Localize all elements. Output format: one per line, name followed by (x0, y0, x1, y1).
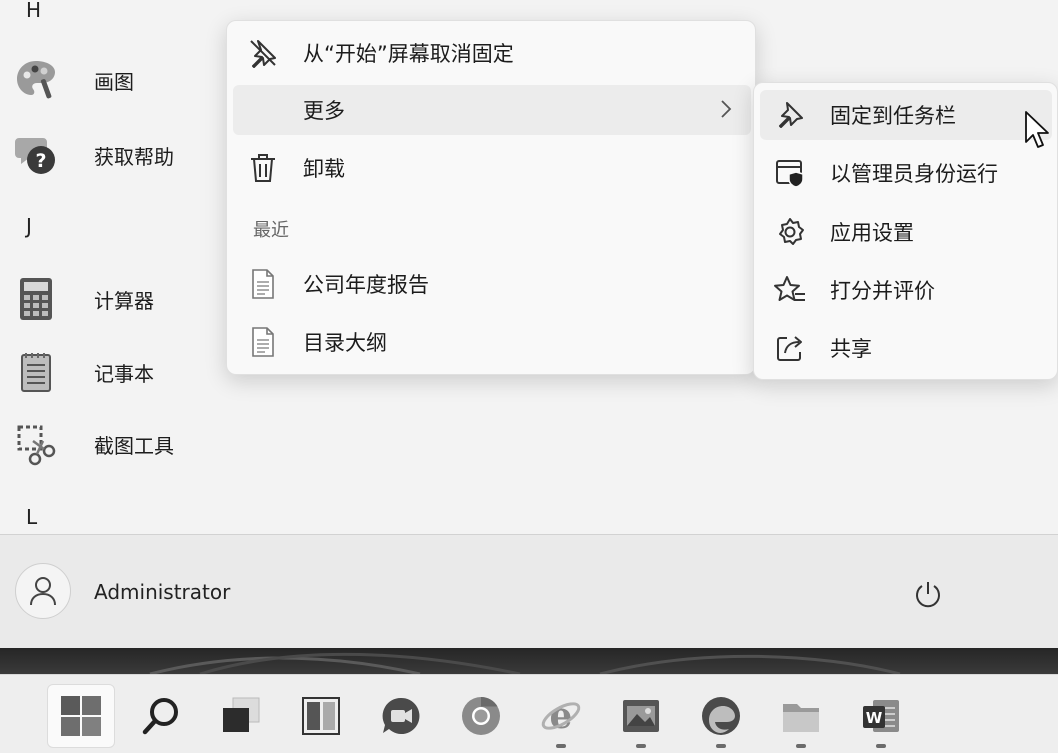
app-item-notepad[interactable]: 记事本 (12, 344, 212, 400)
app-label: 截图工具 (94, 433, 174, 458)
file-explorer-icon (783, 704, 819, 732)
app-label: 记事本 (94, 361, 154, 386)
menu-item-label: 卸载 (303, 157, 345, 181)
rate-star-icon (760, 265, 820, 315)
svg-text:?: ? (35, 150, 46, 172)
document-icon (233, 259, 293, 309)
group-letter-j[interactable]: J (26, 214, 32, 238)
menu-item-label: 打分并评价 (830, 279, 935, 303)
taskbar-widgets-button[interactable] (287, 684, 355, 748)
trash-icon (233, 143, 293, 193)
rate-and-review-item[interactable]: 打分并评价 (760, 265, 1052, 315)
share-icon (760, 323, 820, 373)
chrome-icon (462, 696, 500, 735)
taskbar-chat-button[interactable] (367, 684, 435, 748)
app-context-menu: 从“开始”屏幕取消固定 更多 卸载 最近 公司年度报告 目录大纲 (226, 20, 756, 375)
search-icon (142, 698, 178, 735)
gear-icon (760, 207, 820, 257)
running-indicator (796, 744, 806, 748)
taskbar-search-button[interactable] (127, 684, 195, 748)
taskbar-chrome-button[interactable] (447, 684, 515, 748)
unpin-from-start-item[interactable]: 从“开始”屏幕取消固定 (233, 28, 751, 78)
app-settings-item[interactable]: 应用设置 (760, 207, 1052, 257)
notepad-icon (12, 348, 60, 396)
svg-text:W: W (866, 709, 883, 727)
widgets-icon (302, 697, 340, 735)
app-item-paint[interactable]: 画图 (12, 52, 212, 108)
chevron-right-icon (719, 97, 733, 125)
taskbar-photos-button[interactable] (607, 684, 675, 748)
user-bar: Administrator (0, 534, 1058, 648)
power-icon (916, 582, 940, 608)
app-label: 计算器 (94, 288, 154, 313)
menu-item-label: 以管理员身份运行 (830, 162, 998, 186)
taskbar: e W (0, 674, 1058, 753)
user-name[interactable]: Administrator (94, 580, 230, 604)
more-submenu-item[interactable]: 更多 (233, 85, 751, 135)
menu-item-label: 更多 (303, 99, 345, 123)
user-avatar[interactable] (15, 563, 71, 619)
recent-file-item[interactable]: 目录大纲 (233, 317, 751, 367)
running-indicator (716, 744, 726, 748)
app-item-calculator[interactable]: 计算器 (12, 271, 212, 327)
taskbar-ie-button[interactable]: e (527, 684, 595, 748)
menu-item-label: 从“开始”屏幕取消固定 (303, 42, 514, 66)
recent-file-item[interactable]: 公司年度报告 (233, 259, 751, 309)
menu-item-label: 固定到任务栏 (830, 104, 956, 128)
chat-icon (382, 697, 420, 734)
share-item[interactable]: 共享 (760, 323, 1052, 373)
internet-explorer-icon: e (541, 695, 581, 737)
calculator-icon (12, 275, 60, 323)
unpin-icon (233, 28, 293, 78)
taskbar-task-view-button[interactable] (207, 684, 275, 748)
svg-text:e: e (550, 695, 573, 737)
menu-item-label: 共享 (830, 337, 872, 361)
app-item-get-help[interactable]: ? 获取帮助 (12, 127, 212, 183)
get-help-icon: ? (12, 131, 60, 179)
app-label: 获取帮助 (94, 144, 174, 169)
more-submenu: 固定到任务栏 以管理员身份运行 应用设置 打分并评价 共享 (753, 82, 1058, 380)
taskbar-word-button[interactable]: W (847, 684, 915, 748)
taskbar-start-button[interactable] (47, 684, 115, 748)
taskbar-edge-button[interactable] (687, 684, 755, 748)
taskbar-file-explorer-button[interactable] (767, 684, 835, 748)
app-label: 画图 (94, 69, 134, 94)
power-button[interactable] (904, 573, 952, 615)
admin-shield-icon (760, 148, 820, 198)
running-indicator (556, 744, 566, 748)
recent-section-title: 最近 (253, 220, 289, 241)
app-item-snipping-tool[interactable]: 截图工具 (12, 416, 212, 472)
running-indicator (636, 744, 646, 748)
recent-file-label: 目录大纲 (303, 331, 387, 355)
word-icon: W (863, 700, 899, 732)
pin-to-taskbar-item[interactable]: 固定到任务栏 (760, 90, 1052, 140)
recent-file-label: 公司年度报告 (303, 273, 429, 297)
task-view-icon (223, 697, 260, 732)
document-icon (233, 317, 293, 367)
uninstall-item[interactable]: 卸载 (233, 143, 751, 193)
photos-icon (623, 700, 659, 732)
menu-item-label: 应用设置 (830, 221, 914, 245)
windows-start-icon (61, 696, 101, 736)
user-icon (30, 577, 56, 606)
group-letter-h[interactable]: H (26, 0, 41, 22)
snipping-tool-icon (12, 420, 60, 468)
group-letter-l[interactable]: L (26, 505, 37, 529)
run-as-admin-item[interactable]: 以管理员身份运行 (760, 148, 1052, 198)
edge-icon (702, 697, 740, 735)
mouse-cursor-icon (1025, 111, 1049, 148)
paint-palette-icon (12, 56, 60, 104)
desktop-wallpaper (0, 648, 1058, 674)
pin-icon (760, 90, 820, 140)
running-indicator (876, 744, 886, 748)
